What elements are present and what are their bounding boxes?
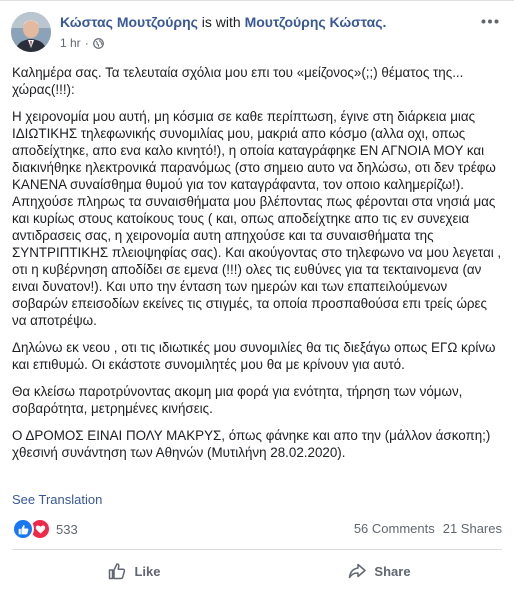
- post-card: Κώστας Μουτζούρης is with Μουτζούρης Κώσ…: [0, 0, 514, 601]
- with-text: is with: [201, 14, 241, 30]
- post-timestamp[interactable]: 1 hr: [60, 36, 81, 50]
- like-reaction-icon: [12, 518, 34, 540]
- more-options-icon[interactable]: [478, 11, 502, 31]
- like-label: Like: [134, 563, 161, 579]
- like-button[interactable]: Like: [12, 554, 257, 588]
- share-label: Share: [374, 563, 411, 579]
- post-paragraph: Η χειρονομία μου αυτή, μη κόσμια σε καθε…: [12, 109, 502, 328]
- post-paragraph: Δηλώνω εκ νεου , οτι τις ιδιωτικές μου σ…: [12, 340, 496, 372]
- shares-count-link[interactable]: 21 Shares: [443, 521, 502, 536]
- reactions-summary[interactable]: 533: [12, 518, 78, 540]
- reaction-count: 533: [56, 521, 78, 537]
- action-bar: Like Share: [12, 554, 502, 588]
- divider: [12, 549, 502, 550]
- see-translation-link[interactable]: See Translation: [12, 492, 102, 507]
- avatar-photo: [11, 12, 51, 52]
- share-arrow-icon: [349, 563, 367, 579]
- post-paragraph: Καλημέρα σας. Τα τελευταία σχόλια μου επ…: [12, 65, 464, 97]
- thumbs-up-icon: [109, 563, 126, 580]
- comments-count-link[interactable]: 56 Comments: [354, 521, 435, 536]
- meta-separator: ·: [84, 36, 89, 50]
- post-meta: 1 hr ·: [60, 36, 104, 50]
- post-text: Καλημέρα σας. Τα τελευταία σχόλια μου επ…: [12, 64, 504, 471]
- engagement-stats: 56 Comments 21 Shares: [354, 521, 502, 536]
- post-paragraph: Θα κλείσω παροτρύνοντας ακομη μια φορά γ…: [12, 384, 463, 416]
- globe-icon[interactable]: [92, 37, 104, 49]
- author-name-link[interactable]: Κώστας Μουτζούρης: [60, 14, 198, 30]
- share-button[interactable]: Share: [257, 554, 502, 588]
- post-paragraph: Ο ΔΡΟΜΟΣ ΕΙΝΑΙ ΠΟΛΥ ΜΑΚΡΥΣ, όπως φάνηκε …: [12, 428, 491, 460]
- tagged-person-link[interactable]: Μουτζούρης Κώστας.: [245, 14, 387, 30]
- author-avatar[interactable]: [11, 12, 51, 52]
- author-line: Κώστας Μουτζούρης is with Μουτζούρης Κώσ…: [60, 14, 386, 30]
